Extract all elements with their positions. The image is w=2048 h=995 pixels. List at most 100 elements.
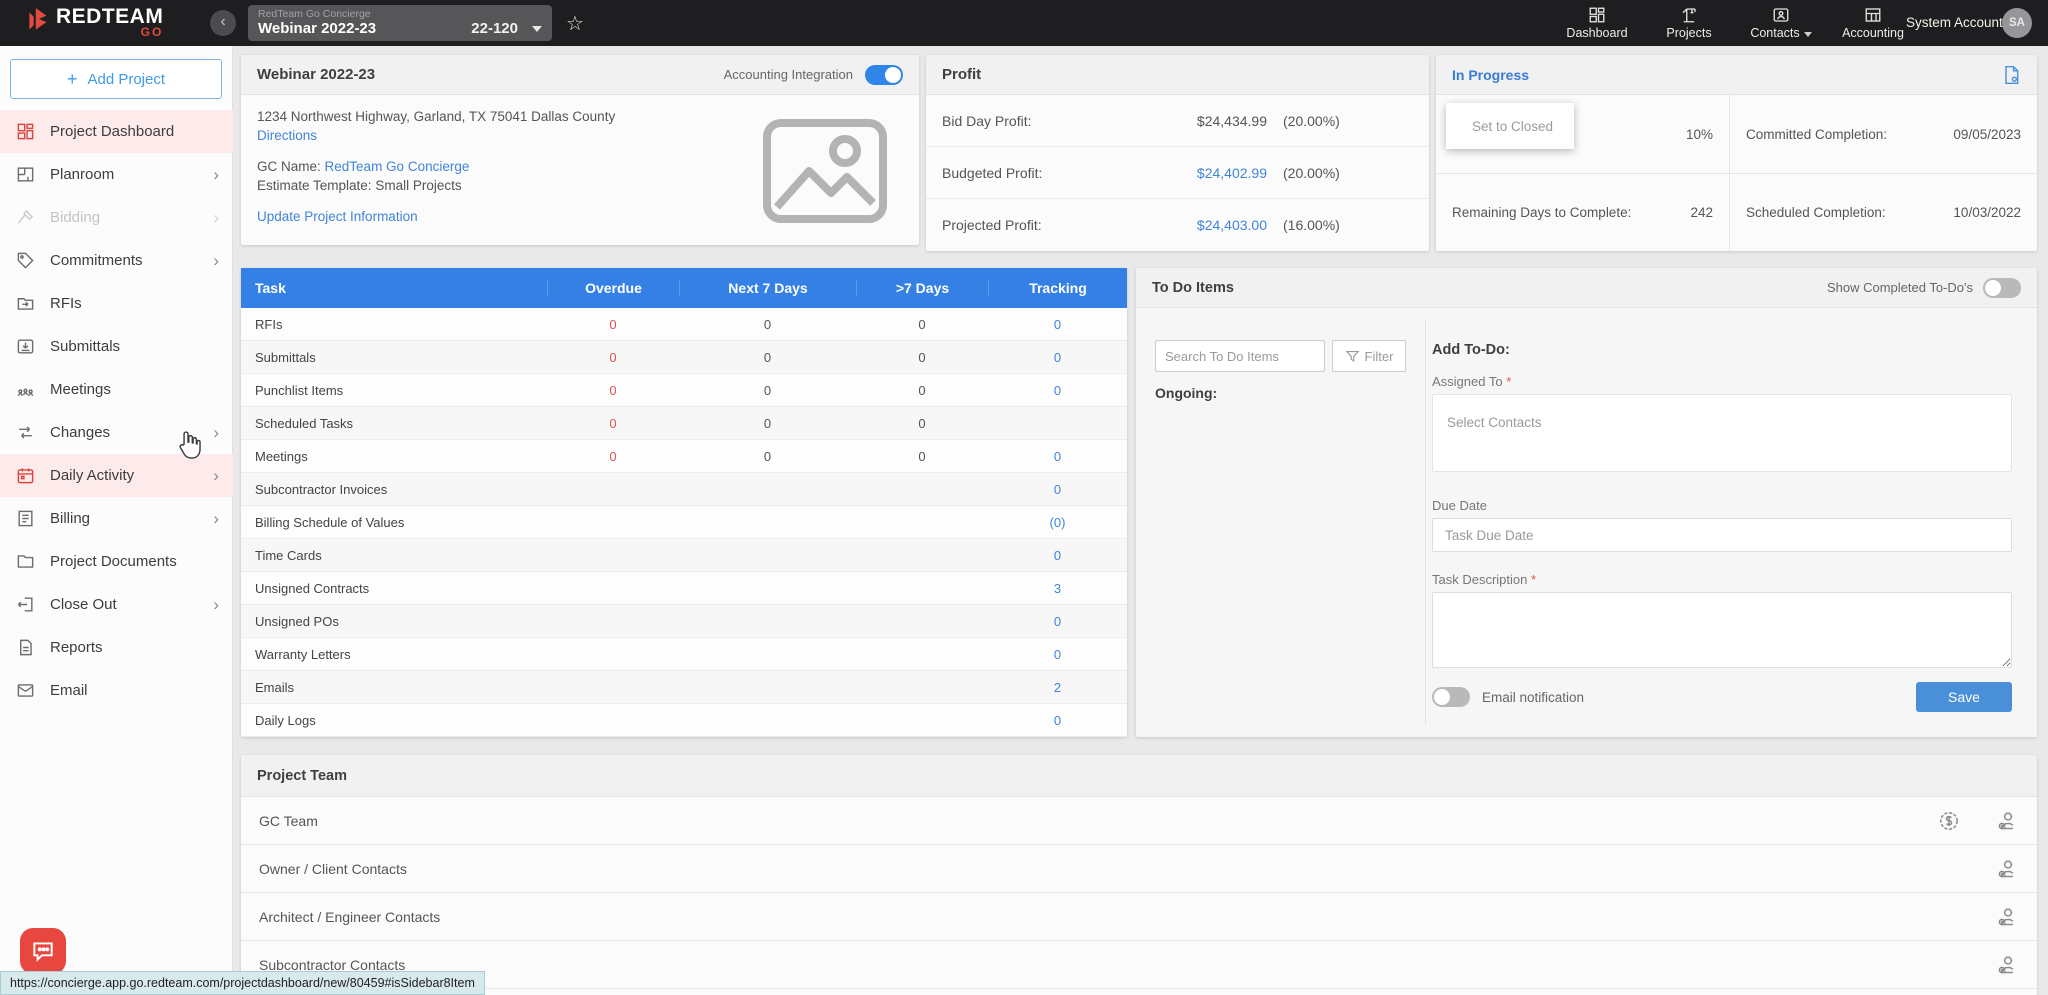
nav-contacts[interactable]: Contacts xyxy=(1750,0,1812,46)
profit-card: Profit Bid Day Profit: $24,434.99 (20.00… xyxy=(926,55,1429,251)
sidebar-item-project-documents[interactable]: Project Documents xyxy=(0,540,233,583)
tracking-count[interactable]: 0 xyxy=(988,482,1127,497)
next7-count: 0 xyxy=(679,383,856,398)
top-bar: REDTEAM GO ‹ RedTeam Go Concierge Webina… xyxy=(0,0,2048,46)
tracking-count[interactable]: 0 xyxy=(988,647,1127,662)
gt7-count: 0 xyxy=(856,317,988,332)
sidebar-item-commitments[interactable]: Commitments › xyxy=(0,239,233,282)
table-row: Warranty Letters0 xyxy=(241,638,1127,671)
sidebar-item-submittals[interactable]: Submittals xyxy=(0,325,233,368)
profit-row-amount-link[interactable]: $24,403.00 xyxy=(1151,217,1267,233)
sidebar-item-rfis[interactable]: RFIs xyxy=(0,282,233,325)
directions-link[interactable]: Directions xyxy=(257,128,317,143)
team-row-gc-team[interactable]: GC Team xyxy=(241,797,2037,845)
project-selector-name: Webinar 2022-23 xyxy=(258,20,471,37)
add-person-icon[interactable] xyxy=(1995,953,2019,977)
filter-button[interactable]: Filter xyxy=(1332,340,1406,372)
sidebar-item-reports[interactable]: Reports xyxy=(0,626,233,669)
status-dropdown-trigger[interactable]: In Progress xyxy=(1452,67,1529,83)
table-row: Emails2 xyxy=(241,671,1127,704)
sidebar-item-billing[interactable]: Billing › xyxy=(0,497,233,540)
sidebar-item-label: RFIs xyxy=(50,295,82,312)
remaining-days-value: 242 xyxy=(1690,205,1713,220)
sidebar-item-meetings[interactable]: Meetings xyxy=(0,368,233,411)
tracking-count[interactable]: 0 xyxy=(988,713,1127,728)
collapse-back-button[interactable]: ‹ xyxy=(210,10,236,36)
profit-row-percent: (16.00%) xyxy=(1283,217,1340,233)
sidebar-nav: Project Dashboard Planroom › Bidding › C… xyxy=(0,110,233,712)
required-asterisk: * xyxy=(1506,374,1511,389)
table-row: Subcontractor Invoices0 xyxy=(241,473,1127,506)
email-notification-toggle[interactable] xyxy=(1432,687,1470,707)
update-project-info-link[interactable]: Update Project Information xyxy=(257,209,418,224)
tracking-count[interactable]: 0 xyxy=(988,383,1127,398)
show-completed-label: Show Completed To-Do's xyxy=(1827,280,1973,295)
tracking-count[interactable]: 2 xyxy=(988,680,1127,695)
profit-row-amount-link[interactable]: $24,402.99 xyxy=(1151,165,1267,181)
redteam-go-logo[interactable]: REDTEAM GO xyxy=(26,6,163,39)
next7-count: 0 xyxy=(679,449,856,464)
table-row: Meetings0000 xyxy=(241,440,1127,473)
show-completed-toggle[interactable] xyxy=(1983,278,2021,298)
sidebar-item-label: Project Dashboard xyxy=(50,123,174,140)
sidebar-item-email[interactable]: Email xyxy=(0,669,233,712)
task-description-label: Task Description * xyxy=(1432,572,1536,587)
required-asterisk: * xyxy=(1531,572,1536,587)
search-input[interactable] xyxy=(1155,340,1325,372)
tracking-count[interactable]: 0 xyxy=(988,350,1127,365)
accounting-integration-toggle[interactable] xyxy=(865,65,903,85)
status-menu-item-set-to-closed[interactable]: Set to Closed xyxy=(1446,103,1574,149)
overdue-count: 0 xyxy=(547,317,679,332)
tracking-count[interactable]: 0 xyxy=(988,548,1127,563)
project-selector[interactable]: RedTeam Go Concierge Webinar 2022-23 22-… xyxy=(248,5,552,41)
assigned-to-select[interactable]: Select Contacts xyxy=(1432,394,2012,472)
swap-arrows-icon xyxy=(16,423,35,442)
gt7-count: 0 xyxy=(856,383,988,398)
table-row: Punchlist Items0000 xyxy=(241,374,1127,407)
team-row-label: Architect / Engineer Contacts xyxy=(259,909,440,925)
add-person-icon[interactable] xyxy=(1995,905,2019,929)
sidebar-item-label: Commitments xyxy=(50,252,143,269)
tracking-count[interactable]: (0) xyxy=(988,515,1127,530)
project-image-placeholder-icon[interactable] xyxy=(761,117,889,225)
avatar[interactable]: SA xyxy=(2002,8,2032,38)
table-row: Unsigned Contracts3 xyxy=(241,572,1127,605)
due-date-input[interactable] xyxy=(1432,518,2012,552)
tracking-count[interactable]: 0 xyxy=(988,614,1127,629)
save-button[interactable]: Save xyxy=(1916,682,2012,712)
status-report-icon[interactable] xyxy=(2001,65,2021,85)
nav-dashboard[interactable]: Dashboard xyxy=(1566,0,1628,46)
sidebar-item-changes[interactable]: Changes › xyxy=(0,411,233,454)
nav-projects[interactable]: Projects xyxy=(1658,0,1720,46)
sidebar-item-label: Billing xyxy=(50,510,90,527)
nav-accounting[interactable]: Accounting xyxy=(1842,0,1904,46)
sidebar-item-label: Planroom xyxy=(50,166,114,183)
tracking-count[interactable]: 3 xyxy=(988,581,1127,596)
tracking-count[interactable]: 0 xyxy=(988,317,1127,332)
tracking-count[interactable]: 0 xyxy=(988,449,1127,464)
assigned-to-label: Assigned To * xyxy=(1432,374,1511,389)
team-row-owner-client[interactable]: Owner / Client Contacts xyxy=(241,845,2037,893)
contact-card-icon xyxy=(1772,6,1790,24)
table-row: RFIs0000 xyxy=(241,308,1127,341)
chat-widget-button[interactable] xyxy=(20,928,66,974)
team-row-architect-engineer[interactable]: Architect / Engineer Contacts xyxy=(241,893,2037,941)
favorite-star-icon[interactable]: ☆ xyxy=(566,11,584,36)
sidebar-item-close-out[interactable]: Close Out › xyxy=(0,583,233,626)
dashboard-grid-icon xyxy=(16,122,35,141)
add-project-button[interactable]: + Add Project xyxy=(10,59,222,99)
add-person-icon[interactable] xyxy=(1995,809,2019,833)
sidebar-item-project-dashboard[interactable]: Project Dashboard xyxy=(0,110,233,153)
sidebar-item-planroom[interactable]: Planroom › xyxy=(0,153,233,196)
team-row-subcontractor[interactable]: Subcontractor Contacts xyxy=(241,941,2037,989)
add-person-icon[interactable] xyxy=(1995,857,2019,881)
sidebar-item-label: Reports xyxy=(50,639,103,656)
sidebar-item-label: Close Out xyxy=(50,596,117,613)
table-row: Unsigned POs0 xyxy=(241,605,1127,638)
gc-name-link[interactable]: RedTeam Go Concierge xyxy=(325,159,470,174)
sidebar-item-daily-activity[interactable]: Daily Activity › xyxy=(0,454,233,497)
task-name: RFIs xyxy=(241,317,547,332)
dollar-badge-icon[interactable] xyxy=(1937,809,1961,833)
task-description-textarea[interactable] xyxy=(1432,592,2012,668)
system-account-label[interactable]: System Account xyxy=(1906,0,2003,46)
